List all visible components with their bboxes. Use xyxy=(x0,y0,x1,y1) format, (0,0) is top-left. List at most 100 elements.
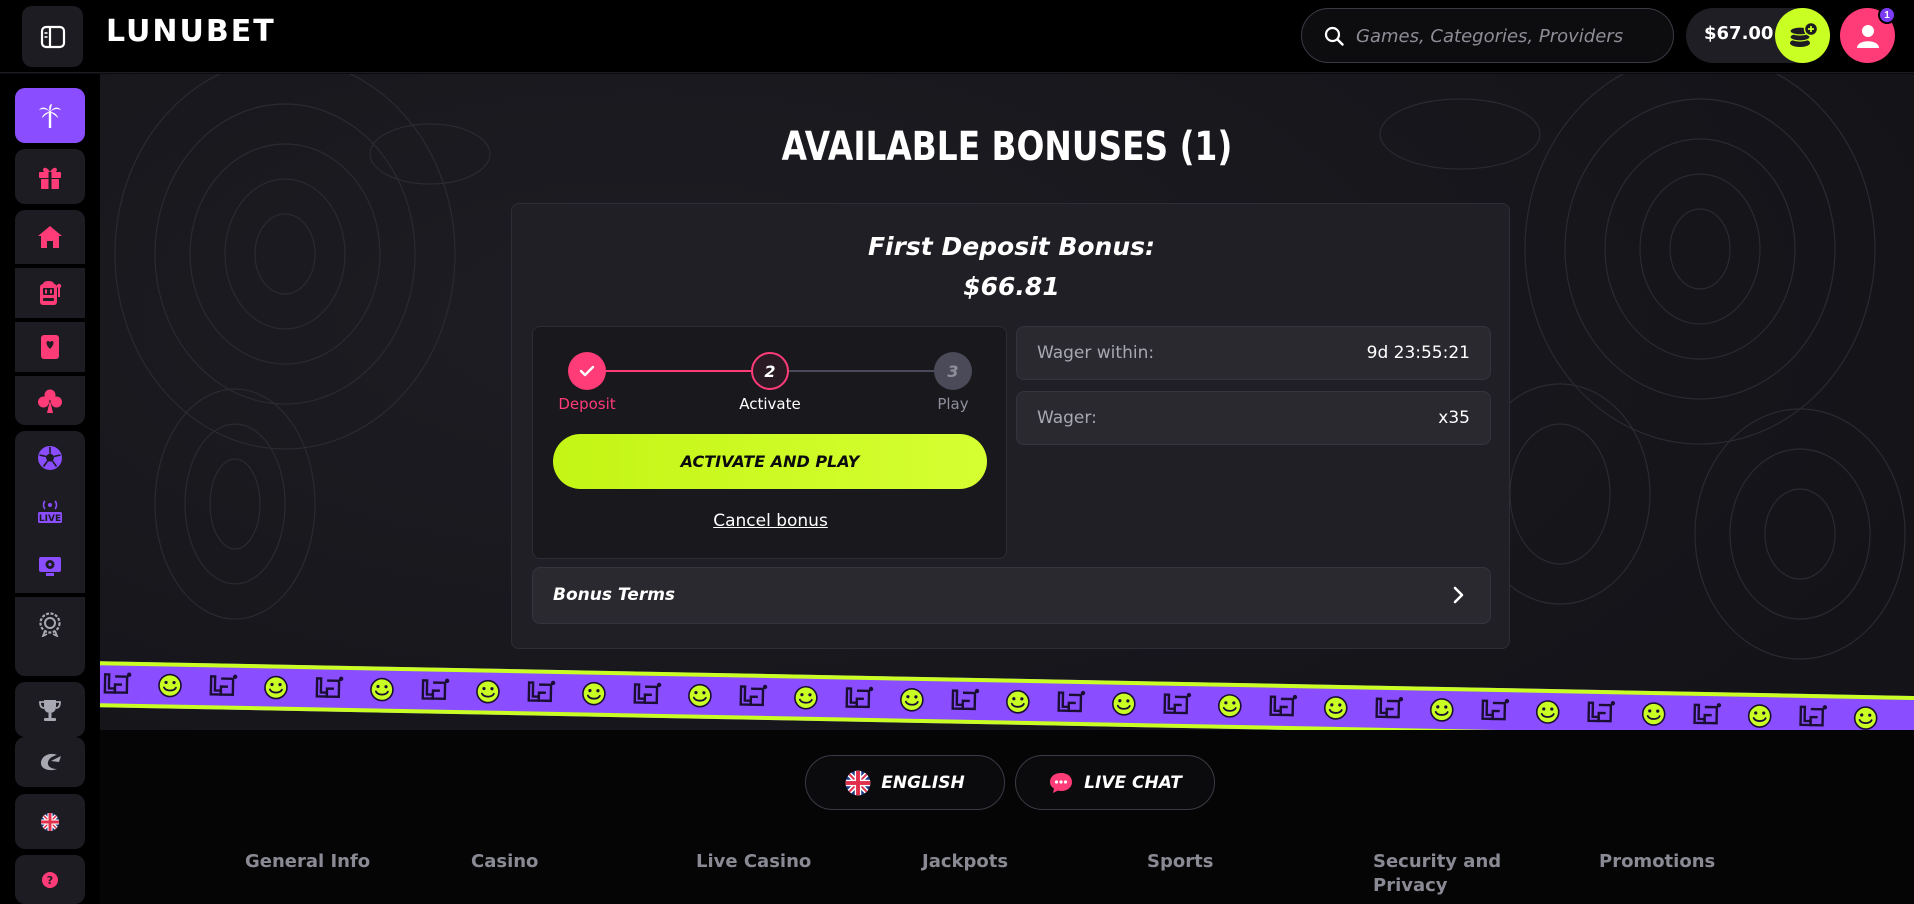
wager-within-value: 9d 23:55:21 xyxy=(1366,343,1470,363)
smiley-icon xyxy=(581,681,606,706)
sidebar-item-live-sports[interactable]: LIVE xyxy=(15,485,85,539)
cancel-bonus-link[interactable]: Cancel bonus xyxy=(533,511,1008,531)
smiley-icon xyxy=(263,675,288,700)
ribbon-logo-mark xyxy=(832,684,886,713)
brand-logo[interactable]: LUNUBET xyxy=(106,14,276,49)
profile-button[interactable]: 1 xyxy=(1840,6,1896,63)
sidebar-group-casino xyxy=(15,210,85,425)
smiley-icon xyxy=(1429,698,1454,722)
ribbon-smiley xyxy=(1838,704,1892,733)
logo-mark-icon xyxy=(844,686,873,709)
sidebar-item-tournaments[interactable] xyxy=(15,682,85,737)
smiley-icon xyxy=(1005,690,1030,714)
sidebar-group-promo xyxy=(15,88,85,143)
sidebar-item-sports[interactable] xyxy=(15,431,85,485)
tv-sport-icon xyxy=(39,557,61,576)
trophy-icon xyxy=(39,699,61,721)
sidebar-group-extra xyxy=(15,737,85,787)
step-deposit-indicator xyxy=(568,352,606,390)
ribbon-logo-mark xyxy=(1044,688,1098,717)
logo-mark-icon xyxy=(1162,692,1191,715)
uk-flag-icon xyxy=(845,770,871,795)
logo-mark-icon xyxy=(1586,701,1615,723)
logo-mark-icon xyxy=(1480,698,1509,721)
progress-line-pending xyxy=(770,370,953,372)
sidebar-item-slots[interactable] xyxy=(15,268,85,318)
smiley-icon xyxy=(1641,702,1666,726)
logo-mark-icon xyxy=(527,680,555,703)
chevron-right-icon xyxy=(1453,586,1464,604)
ribbon-logo-mark xyxy=(620,680,674,709)
ribbon-smiley xyxy=(1309,693,1363,722)
slot-machine-icon xyxy=(40,281,62,305)
sidebar-toggle-icon xyxy=(40,25,65,48)
home-icon xyxy=(38,226,62,248)
sidebar-item-live-casino[interactable] xyxy=(15,376,85,425)
search-input[interactable] xyxy=(1356,21,1656,51)
footer-link-sports[interactable]: Sports xyxy=(1147,850,1213,874)
language-selector-button[interactable]: ENGLISH xyxy=(805,755,1005,810)
sidebar-group-sports: LIVE xyxy=(15,431,85,676)
bonus-terms-label: Bonus Terms xyxy=(553,585,676,605)
ribbon-logo-mark xyxy=(514,678,568,707)
footer-link-security-privacy[interactable]: Security and Privacy xyxy=(1373,850,1503,898)
bonus-amount: $66.81 xyxy=(963,272,1060,301)
page-title: AVAILABLE BONUSES (1) xyxy=(781,124,1233,170)
ribbon-logo-mark xyxy=(100,670,143,699)
progress-line-completed xyxy=(587,370,770,372)
sidebar-item-virtual-sports[interactable] xyxy=(15,539,85,593)
footer-link-live-casino[interactable]: Live Casino xyxy=(696,850,811,874)
ribbon-smiley xyxy=(991,687,1045,716)
ribbon-logo-mark xyxy=(1679,701,1733,730)
ribbon-smiley xyxy=(355,675,409,704)
chat-bubble-icon xyxy=(1050,772,1073,793)
sidebar-group-language xyxy=(15,794,85,849)
sidebar-item-lunar[interactable] xyxy=(15,737,85,787)
live-chat-button[interactable]: LIVE CHAT xyxy=(1015,755,1215,810)
wager-value: x35 xyxy=(1438,408,1470,428)
footer: ENGLISH LIVE CHAT General Info Casino Li… xyxy=(100,730,1914,904)
search-bar[interactable] xyxy=(1301,8,1674,63)
sidebar-group-bonus xyxy=(15,149,85,204)
footer-link-jackpots[interactable]: Jackpots xyxy=(922,850,1008,874)
sidebar-toggle-button[interactable] xyxy=(22,6,83,67)
ribbon-smiley xyxy=(1414,695,1468,724)
ribbon-logo-mark xyxy=(1361,694,1415,723)
badge-icon xyxy=(39,612,61,637)
smiley-icon xyxy=(1747,704,1771,728)
activate-and-play-button[interactable]: ACTIVATE AND PLAY xyxy=(553,434,987,489)
sidebar-item-language[interactable] xyxy=(15,794,85,849)
ribbon-smiley xyxy=(1203,691,1257,720)
moon-icon xyxy=(40,753,61,771)
ribbon-logo-mark xyxy=(726,682,780,711)
footer-link-casino[interactable]: Casino xyxy=(471,850,538,874)
top-bar: LUNUBET $67.00 1 xyxy=(0,0,1914,73)
sidebar-group-help: ? xyxy=(15,855,85,904)
ribbon-logo-mark xyxy=(1785,703,1839,732)
deposit-button[interactable] xyxy=(1775,8,1830,63)
sidebar-item-table-games[interactable] xyxy=(15,322,85,372)
sidebar-item-vip[interactable] xyxy=(15,597,85,651)
step-activate-indicator: 2 xyxy=(751,352,789,390)
footer-link-general-info[interactable]: General Info xyxy=(245,850,370,874)
logo-mark-icon xyxy=(209,674,237,696)
sidebar-item-help[interactable]: ? xyxy=(15,855,85,904)
smiley-icon xyxy=(687,683,712,708)
logo-mark-icon xyxy=(950,688,979,711)
sidebar-item-bonuses[interactable] xyxy=(15,149,85,204)
sidebar-item-lobby[interactable] xyxy=(15,88,85,143)
sidebar-item-home[interactable] xyxy=(15,210,85,264)
footer-link-promotions[interactable]: Promotions xyxy=(1599,850,1715,874)
bonus-terms-row[interactable]: Bonus Terms xyxy=(532,567,1491,624)
smiley-icon xyxy=(475,679,500,704)
bonus-card: First Deposit Bonus: $66.81 2 3 Deposit … xyxy=(511,203,1510,649)
wager-within-row: Wager within: 9d 23:55:21 xyxy=(1016,326,1491,380)
bonus-name: First Deposit Bonus: xyxy=(867,232,1156,261)
logo-mark-icon xyxy=(739,684,767,707)
ribbon-logo-mark xyxy=(1256,692,1310,721)
logo-mark-icon xyxy=(1692,703,1721,725)
logo-mark-icon xyxy=(1798,705,1827,727)
ribbon-smiley xyxy=(1097,689,1151,718)
ribbon-logo-mark xyxy=(196,672,250,701)
wager-row: Wager: x35 xyxy=(1016,391,1491,445)
